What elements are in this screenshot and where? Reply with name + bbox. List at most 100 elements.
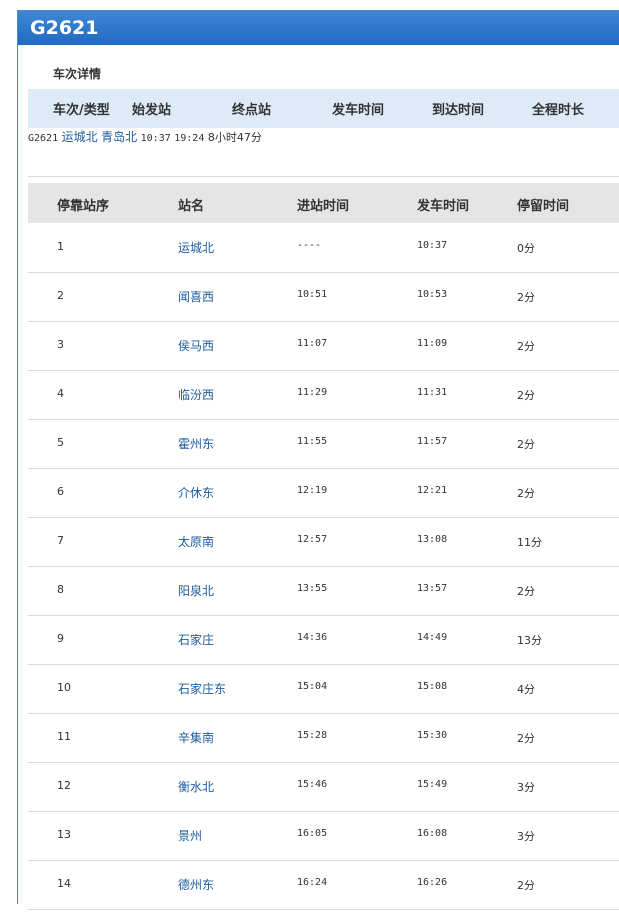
arrival-time: 14:36 bbox=[297, 632, 328, 643]
departure-time: 10:53 bbox=[417, 289, 448, 300]
header-arrival-time: 进站时间 bbox=[297, 199, 350, 214]
stay-time: 2分 bbox=[517, 340, 535, 353]
station-link[interactable]: 石家庄 bbox=[178, 631, 214, 648]
departure-time: 15:49 bbox=[417, 779, 448, 790]
stop-seq: 13 bbox=[57, 828, 71, 841]
station-link[interactable]: 阳泉北 bbox=[178, 582, 214, 599]
table-row: 5 霍州东 11:55 11:57 2分 bbox=[28, 419, 619, 469]
table-row: 2 闻喜西 10:51 10:53 2分 bbox=[28, 272, 619, 322]
station-link[interactable]: 介休东 bbox=[178, 484, 214, 501]
stay-time: 0分 bbox=[517, 242, 535, 255]
stop-seq: 11 bbox=[57, 730, 71, 743]
origin-station-link[interactable]: 运城北 bbox=[62, 130, 98, 144]
stop-seq: 6 bbox=[57, 485, 64, 498]
stops-header: 停靠站序 站名 进站时间 发车时间 停留时间 bbox=[28, 183, 619, 223]
table-row: 4 临汾西 11:29 11:31 2分 bbox=[28, 370, 619, 420]
departure-time: 12:21 bbox=[417, 485, 448, 496]
table-row: 12 衡水北 15:46 15:49 3分 bbox=[28, 762, 619, 812]
header-departure-time: 发车时间 bbox=[417, 199, 470, 214]
arrival-time: 12:57 bbox=[297, 534, 328, 545]
station-link[interactable]: 太原南 bbox=[178, 533, 214, 550]
stay-time: 2分 bbox=[517, 732, 535, 745]
header-arrive-time: 到达时间 bbox=[432, 103, 485, 118]
station-link[interactable]: 石家庄东 bbox=[178, 680, 226, 697]
arrival-time: 13:55 bbox=[297, 583, 328, 594]
header-station-name: 站名 bbox=[178, 199, 205, 214]
header-terminal: 终点站 bbox=[232, 103, 272, 118]
summary-row: G2621 运城北 青岛北 10:37 19:24 8小时47分 bbox=[28, 128, 619, 177]
stay-time: 3分 bbox=[517, 830, 535, 843]
station-link[interactable]: 德州东 bbox=[178, 876, 214, 893]
terminal-station-link[interactable]: 青岛北 bbox=[101, 130, 137, 144]
table-row: 9 石家庄 14:36 14:49 13分 bbox=[28, 615, 619, 665]
stop-seq: 3 bbox=[57, 338, 64, 351]
arrival-time: 15:04 bbox=[297, 681, 328, 692]
departure-time: 10:37 bbox=[417, 240, 448, 251]
stay-time: 2分 bbox=[517, 291, 535, 304]
stay-time: 4分 bbox=[517, 683, 535, 696]
station-link[interactable]: 辛集南 bbox=[178, 729, 214, 746]
train-number: G2621 bbox=[28, 133, 59, 144]
arrival-time: ---- bbox=[297, 240, 322, 251]
table-row: 10 石家庄东 15:04 15:08 4分 bbox=[28, 664, 619, 714]
stop-seq: 9 bbox=[57, 632, 64, 645]
stay-time: 2分 bbox=[517, 879, 535, 892]
summary-header: 车次/类型 始发站 终点站 发车时间 到达时间 全程时长 bbox=[28, 89, 619, 128]
arrival-time: 16:24 bbox=[297, 877, 328, 888]
station-link[interactable]: 闻喜西 bbox=[178, 288, 214, 305]
arrival-time: 11:07 bbox=[297, 338, 328, 349]
table-row: 8 阳泉北 13:55 13:57 2分 bbox=[28, 566, 619, 616]
arrival-time: 11:29 bbox=[297, 387, 328, 398]
departure-time: 15:08 bbox=[417, 681, 448, 692]
departure-time: 14:49 bbox=[417, 632, 448, 643]
station-link[interactable]: 运城北 bbox=[178, 239, 214, 256]
stop-seq: 10 bbox=[57, 681, 71, 694]
stop-seq: 7 bbox=[57, 534, 64, 547]
arrival-time: 12:19 bbox=[297, 485, 328, 496]
arrival-time: 16:05 bbox=[297, 828, 328, 839]
departure-time: 13:08 bbox=[417, 534, 448, 545]
stop-seq: 5 bbox=[57, 436, 64, 449]
departure-time: 15:30 bbox=[417, 730, 448, 741]
station-link[interactable]: 侯马西 bbox=[178, 337, 214, 354]
train-detail-panel: G2621 车次详情 车次/类型 始发站 终点站 发车时间 到达时间 全程时长 … bbox=[17, 10, 619, 910]
stay-time: 11分 bbox=[517, 536, 542, 549]
stop-seq: 1 bbox=[57, 240, 64, 253]
arrive-time: 19:24 bbox=[174, 133, 205, 144]
arrival-time: 15:46 bbox=[297, 779, 328, 790]
departure-time: 16:26 bbox=[417, 877, 448, 888]
stay-time: 2分 bbox=[517, 487, 535, 500]
departure-time: 11:57 bbox=[417, 436, 448, 447]
header-depart-time: 发车时间 bbox=[332, 103, 385, 118]
departure-time: 11:09 bbox=[417, 338, 448, 349]
stay-time: 2分 bbox=[517, 389, 535, 402]
station-link[interactable]: 景州 bbox=[178, 827, 202, 844]
stop-seq: 4 bbox=[57, 387, 64, 400]
header-stay-time: 停留时间 bbox=[517, 199, 570, 214]
table-row: 7 太原南 12:57 13:08 11分 bbox=[28, 517, 619, 567]
table-row: 1 运城北 ---- 10:37 0分 bbox=[28, 223, 619, 273]
station-link[interactable]: 霍州东 bbox=[178, 435, 214, 452]
departure-time: 11:31 bbox=[417, 387, 448, 398]
depart-time: 10:37 bbox=[140, 133, 171, 144]
header-duration: 全程时长 bbox=[532, 103, 585, 118]
arrival-time: 11:55 bbox=[297, 436, 328, 447]
trip-duration: 8小时47分 bbox=[207, 131, 262, 144]
station-link[interactable]: 衡水北 bbox=[178, 778, 214, 795]
arrival-time: 10:51 bbox=[297, 289, 328, 300]
section-title: 车次详情 bbox=[53, 67, 102, 81]
stay-time: 2分 bbox=[517, 438, 535, 451]
table-row: 6 介休东 12:19 12:21 2分 bbox=[28, 468, 619, 518]
departure-time: 16:08 bbox=[417, 828, 448, 839]
arrival-time: 15:28 bbox=[297, 730, 328, 741]
table-row: 3 侯马西 11:07 11:09 2分 bbox=[28, 321, 619, 371]
stay-time: 3分 bbox=[517, 781, 535, 794]
station-link[interactable]: 临汾西 bbox=[178, 386, 214, 403]
stop-seq: 14 bbox=[57, 877, 71, 890]
header-stop-seq: 停靠站序 bbox=[57, 199, 110, 214]
panel-title: G2621 bbox=[18, 11, 619, 45]
header-origin: 始发站 bbox=[132, 103, 172, 118]
stop-seq: 8 bbox=[57, 583, 64, 596]
stop-seq: 2 bbox=[57, 289, 64, 302]
stop-seq: 12 bbox=[57, 779, 71, 792]
